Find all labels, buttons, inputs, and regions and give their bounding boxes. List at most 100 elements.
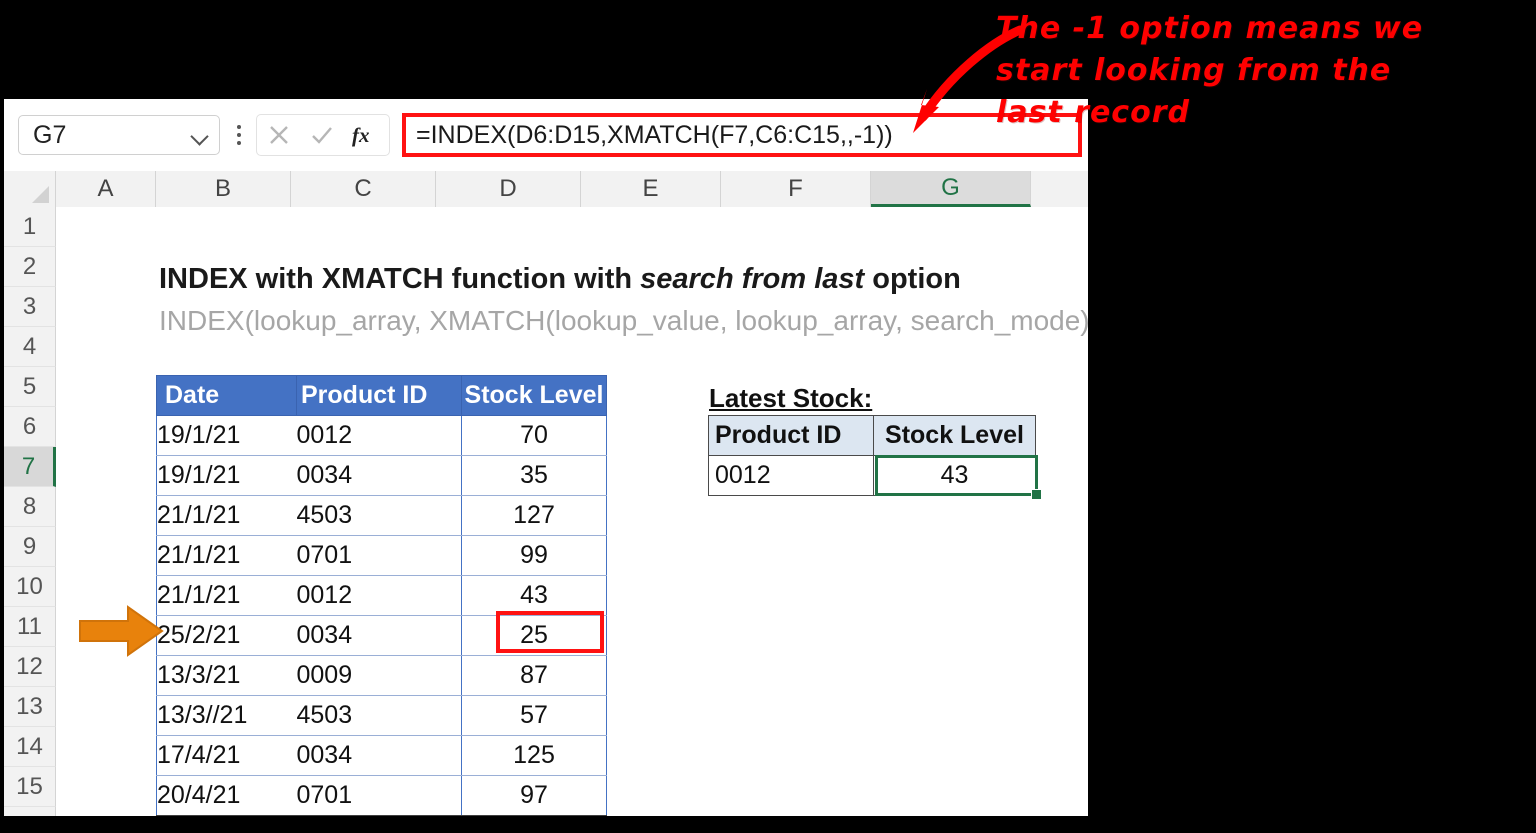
cell-product-id[interactable]: 4503 <box>296 695 462 736</box>
row-header-4[interactable]: 4 <box>4 327 56 367</box>
row-header-16[interactable]: 16 <box>4 807 56 816</box>
cell-stock-level[interactable]: 57 <box>461 695 607 736</box>
table-row[interactable]: 19/1/21 0012 70 <box>156 415 607 456</box>
cell-stock-level[interactable]: 25 <box>461 615 607 656</box>
column-header-row: A B C D E F G <box>4 171 1088 207</box>
cell-product-id[interactable]: 0034 <box>296 455 462 496</box>
cell-date[interactable]: 17/4/21 <box>156 735 297 776</box>
cell-product-id[interactable]: 0009 <box>296 655 462 696</box>
column-header-date: Date <box>156 375 297 416</box>
row-header-1[interactable]: 1 <box>4 207 56 247</box>
cell-product-id[interactable]: 0034 <box>296 735 462 776</box>
cell-date[interactable]: 19/1/21 <box>156 455 297 496</box>
excel-window: G7 fx =INDEX(D6:D15,XMATCH(F7,C6:C15,,-1… <box>4 99 1088 816</box>
column-header-b[interactable]: B <box>156 171 291 207</box>
table-row[interactable]: 13/3/21 0009 87 <box>156 655 607 696</box>
cell-date[interactable]: 13/3/21 <box>156 655 297 696</box>
fill-handle[interactable] <box>1031 489 1042 500</box>
fx-icon[interactable]: fx <box>351 120 381 150</box>
annotation-note: The -1 option means we start looking fro… <box>996 11 1424 130</box>
chevron-down-icon[interactable] <box>191 130 209 141</box>
row-header-2[interactable]: 2 <box>4 247 56 287</box>
cell-stock-level[interactable]: 97 <box>461 775 607 816</box>
table-row[interactable]: 21/1/21 0701 99 <box>156 535 607 576</box>
table-row[interactable]: 20/4/21 0701 97 <box>156 775 607 816</box>
sheet-title-italic: search from last <box>640 263 865 295</box>
result-cell-stock-level[interactable]: 43 <box>873 455 1036 496</box>
name-box[interactable]: G7 <box>18 115 220 155</box>
column-header-d[interactable]: D <box>436 171 581 207</box>
cell-product-id[interactable]: 0701 <box>296 775 462 816</box>
cell-stock-level[interactable]: 35 <box>461 455 607 496</box>
column-header-e[interactable]: E <box>581 171 721 207</box>
cell-date[interactable]: 19/1/21 <box>156 415 297 456</box>
row-header-9[interactable]: 9 <box>4 527 56 567</box>
cell-product-id[interactable]: 0701 <box>296 535 462 576</box>
result-table-row[interactable]: 0012 43 <box>708 455 1036 496</box>
table-row[interactable]: 19/1/21 0034 35 <box>156 455 607 496</box>
column-header-c[interactable]: C <box>291 171 436 207</box>
sheet-title-part1: INDEX with XMATCH function with <box>159 263 641 295</box>
cell-date[interactable]: 20/4/21 <box>156 775 297 816</box>
sheet-content-area: INDEX with XMATCH function with search f… <box>56 207 1088 816</box>
x-icon[interactable] <box>265 121 293 149</box>
row-header-3[interactable]: 3 <box>4 287 56 327</box>
result-header-stock-level: Stock Level <box>873 415 1036 456</box>
row-header-11[interactable]: 11 <box>4 607 56 647</box>
cell-stock-level[interactable]: 99 <box>461 535 607 576</box>
check-icon[interactable] <box>308 121 336 149</box>
table-row[interactable]: 13/3//21 4503 57 <box>156 695 607 736</box>
column-header-h[interactable] <box>1031 171 1088 207</box>
table-row[interactable]: 25/2/21 0034 25 <box>156 615 607 656</box>
cell-product-id[interactable]: 4503 <box>296 495 462 536</box>
row-header-5[interactable]: 5 <box>4 367 56 407</box>
cell-product-id[interactable]: 0012 <box>296 415 462 456</box>
table-row[interactable]: 21/1/21 0012 43 <box>156 575 607 616</box>
result-table-header-row: Product ID Stock Level <box>708 415 1036 456</box>
spreadsheet-grid: A B C D E F G 1 2 3 4 5 6 7 8 9 10 11 12… <box>4 171 1088 816</box>
formula-input[interactable]: =INDEX(D6:D15,XMATCH(F7,C6:C15,,-1)) <box>402 113 1082 157</box>
stock-data-table: Date Product ID Stock Level 19/1/21 0012… <box>156 375 607 816</box>
latest-stock-table: Product ID Stock Level 0012 43 <box>708 415 1036 496</box>
row-header-6[interactable]: 6 <box>4 407 56 447</box>
row-header-12[interactable]: 12 <box>4 647 56 687</box>
cell-product-id[interactable]: 0034 <box>296 615 462 656</box>
row-header-15[interactable]: 15 <box>4 767 56 807</box>
kebab-menu-icon[interactable] <box>226 125 252 145</box>
table-row[interactable]: 21/1/21 4503 127 <box>156 495 607 536</box>
row-header-10[interactable]: 10 <box>4 567 56 607</box>
row-header-7[interactable]: 7 <box>4 447 56 487</box>
table-row[interactable]: 17/4/21 0034 125 <box>156 735 607 776</box>
cell-stock-level[interactable]: 125 <box>461 735 607 776</box>
row-header-column: 1 2 3 4 5 6 7 8 9 10 11 12 13 14 15 16 <box>4 207 56 816</box>
cell-date[interactable]: 25/2/21 <box>156 615 297 656</box>
cell-stock-level-highlighted[interactable]: 43 <box>461 575 607 616</box>
name-box-value: G7 <box>33 120 67 149</box>
cell-stock-level[interactable]: 70 <box>461 415 607 456</box>
column-header-a[interactable]: A <box>56 171 156 207</box>
cell-product-id[interactable]: 0012 <box>296 575 462 616</box>
cell-date[interactable]: 21/1/21 <box>156 535 297 576</box>
result-header-product-id: Product ID <box>708 415 874 456</box>
column-header-f[interactable]: F <box>721 171 871 207</box>
data-table-header-row: Date Product ID Stock Level <box>156 375 607 416</box>
formula-action-group: fx <box>256 114 390 156</box>
column-header-g[interactable]: G <box>871 171 1031 207</box>
select-all-corner[interactable] <box>4 171 56 207</box>
sheet-title: INDEX with XMATCH function with search f… <box>159 263 961 296</box>
cell-stock-level[interactable]: 127 <box>461 495 607 536</box>
row-header-13[interactable]: 13 <box>4 687 56 727</box>
result-cell-product-id[interactable]: 0012 <box>708 455 874 496</box>
sheet-title-part2: option <box>864 263 961 295</box>
cell-date[interactable]: 13/3//21 <box>156 695 297 736</box>
row-header-14[interactable]: 14 <box>4 727 56 767</box>
svg-text:fx: fx <box>352 123 370 147</box>
cell-date[interactable]: 21/1/21 <box>156 495 297 536</box>
cell-date[interactable]: 21/1/21 <box>156 575 297 616</box>
column-header-stock-level: Stock Level <box>461 375 607 416</box>
cell-stock-level[interactable]: 87 <box>461 655 607 696</box>
row-header-8[interactable]: 8 <box>4 487 56 527</box>
formula-bar: G7 fx =INDEX(D6:D15,XMATCH(F7,C6:C15,,-1… <box>4 99 1088 171</box>
sheet-syntax-line: INDEX(lookup_array, XMATCH(lookup_value,… <box>159 305 1088 336</box>
orange-pointer-arrow-icon <box>79 605 164 657</box>
